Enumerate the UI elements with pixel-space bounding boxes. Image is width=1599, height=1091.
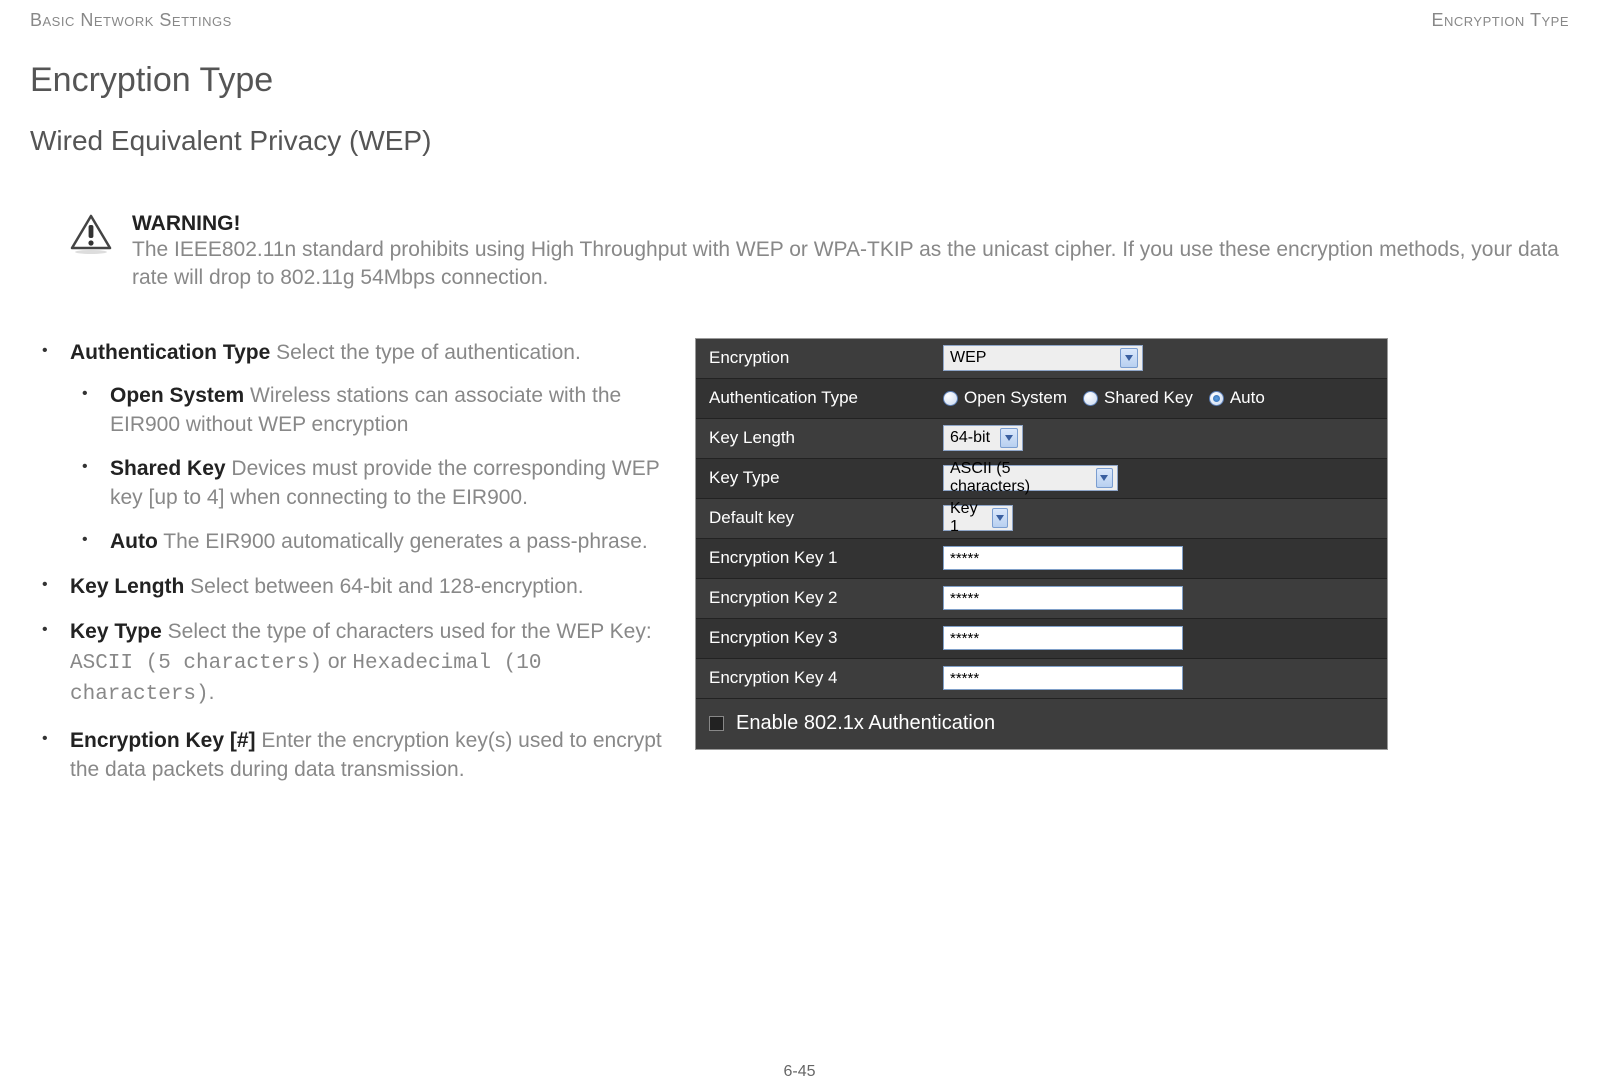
radio-auto[interactable]: Auto [1209, 388, 1265, 408]
enable-8021x-checkbox[interactable] [709, 716, 724, 731]
desc-keytype-pre: Select the type of characters used for t… [162, 620, 652, 643]
encryption-select[interactable]: WEP [943, 345, 1143, 371]
keytype-select-value: ASCII (5 characters) [950, 460, 1090, 496]
router-panel: Encryption WEP Authentication Type Open … [695, 338, 1388, 750]
page-subtitle: Wired Equivalent Privacy (WEP) [30, 125, 1569, 157]
list-item: Encryption Key [#] Enter the encryption … [42, 726, 670, 785]
encryption-select-value: WEP [950, 349, 986, 367]
list-item: Key Length Select between 64-bit and 128… [42, 572, 670, 601]
radio-label-open: Open System [964, 388, 1067, 408]
page-number: 6-45 [783, 1063, 815, 1081]
keytype-post: . [209, 681, 215, 704]
keytype-select[interactable]: ASCII (5 characters) [943, 465, 1118, 491]
keylength-select[interactable]: 64-bit [943, 425, 1023, 451]
keytype-opt1: ASCII (5 characters) [70, 652, 322, 675]
list-item: Open System Wireless stations can associ… [82, 381, 670, 440]
radio-icon [943, 391, 958, 406]
term-open: Open System [110, 384, 244, 407]
chevron-down-icon [1096, 468, 1113, 488]
warning-body: The IEEE802.11n standard prohibits using… [132, 236, 1569, 293]
term-auto: Auto [110, 530, 158, 553]
enable-8021x-label: Enable 802.1x Authentication [736, 712, 995, 735]
encryption-key-3-input[interactable]: ***** [943, 626, 1183, 650]
radio-label-auto: Auto [1230, 388, 1265, 408]
list-item: Shared Key Devices must provide the corr… [82, 454, 670, 513]
row-label-defaultkey: Default key [696, 508, 943, 528]
breadcrumb-left: Basic Network Settings [30, 10, 232, 31]
encryption-key-2-input[interactable]: ***** [943, 586, 1183, 610]
keytype-mid: or [322, 650, 352, 673]
defaultkey-select-value: Key 1 [950, 500, 986, 536]
term-enckey: Encryption Key [#] [70, 729, 256, 752]
desc-keylen: Select between 64-bit and 128-encryption… [184, 575, 583, 598]
chevron-down-icon [1000, 428, 1018, 448]
row-label-encryption: Encryption [696, 348, 943, 368]
term-shared: Shared Key [110, 457, 226, 480]
list-item: Auto The EIR900 automatically generates … [82, 527, 670, 556]
row-label-authtype: Authentication Type [696, 388, 943, 408]
keylength-select-value: 64-bit [950, 429, 990, 447]
term-keylen: Key Length [70, 575, 184, 598]
encryption-key-4-input[interactable]: ***** [943, 666, 1183, 690]
page-title: Encryption Type [30, 61, 1569, 100]
encryption-key-1-input[interactable]: ***** [943, 546, 1183, 570]
chevron-down-icon [1120, 348, 1138, 368]
list-item: Key Type Select the type of characters u… [42, 617, 670, 709]
row-label-keytype: Key Type [696, 468, 943, 488]
radio-label-shared: Shared Key [1104, 388, 1193, 408]
warning-icon [70, 214, 112, 293]
term-auth: Authentication Type [70, 341, 270, 364]
chevron-down-icon [992, 508, 1008, 528]
row-label-keylength: Key Length [696, 428, 943, 448]
desc-auth: Select the type of authentication. [270, 341, 581, 364]
breadcrumb-right: Encryption Type [1431, 10, 1569, 31]
row-label-ek4: Encryption Key 4 [696, 668, 943, 688]
radio-icon [1083, 391, 1098, 406]
row-label-ek3: Encryption Key 3 [696, 628, 943, 648]
radio-icon [1209, 391, 1224, 406]
defaultkey-select[interactable]: Key 1 [943, 505, 1013, 531]
list-item: Authentication Type Select the type of a… [42, 338, 670, 556]
row-label-ek2: Encryption Key 2 [696, 588, 943, 608]
radio-open-system[interactable]: Open System [943, 388, 1067, 408]
radio-shared-key[interactable]: Shared Key [1083, 388, 1193, 408]
warning-label: WARNING! [132, 212, 1569, 236]
term-keytype: Key Type [70, 620, 162, 643]
row-label-ek1: Encryption Key 1 [696, 548, 943, 568]
desc-auto: The EIR900 automatically generates a pas… [158, 530, 648, 553]
